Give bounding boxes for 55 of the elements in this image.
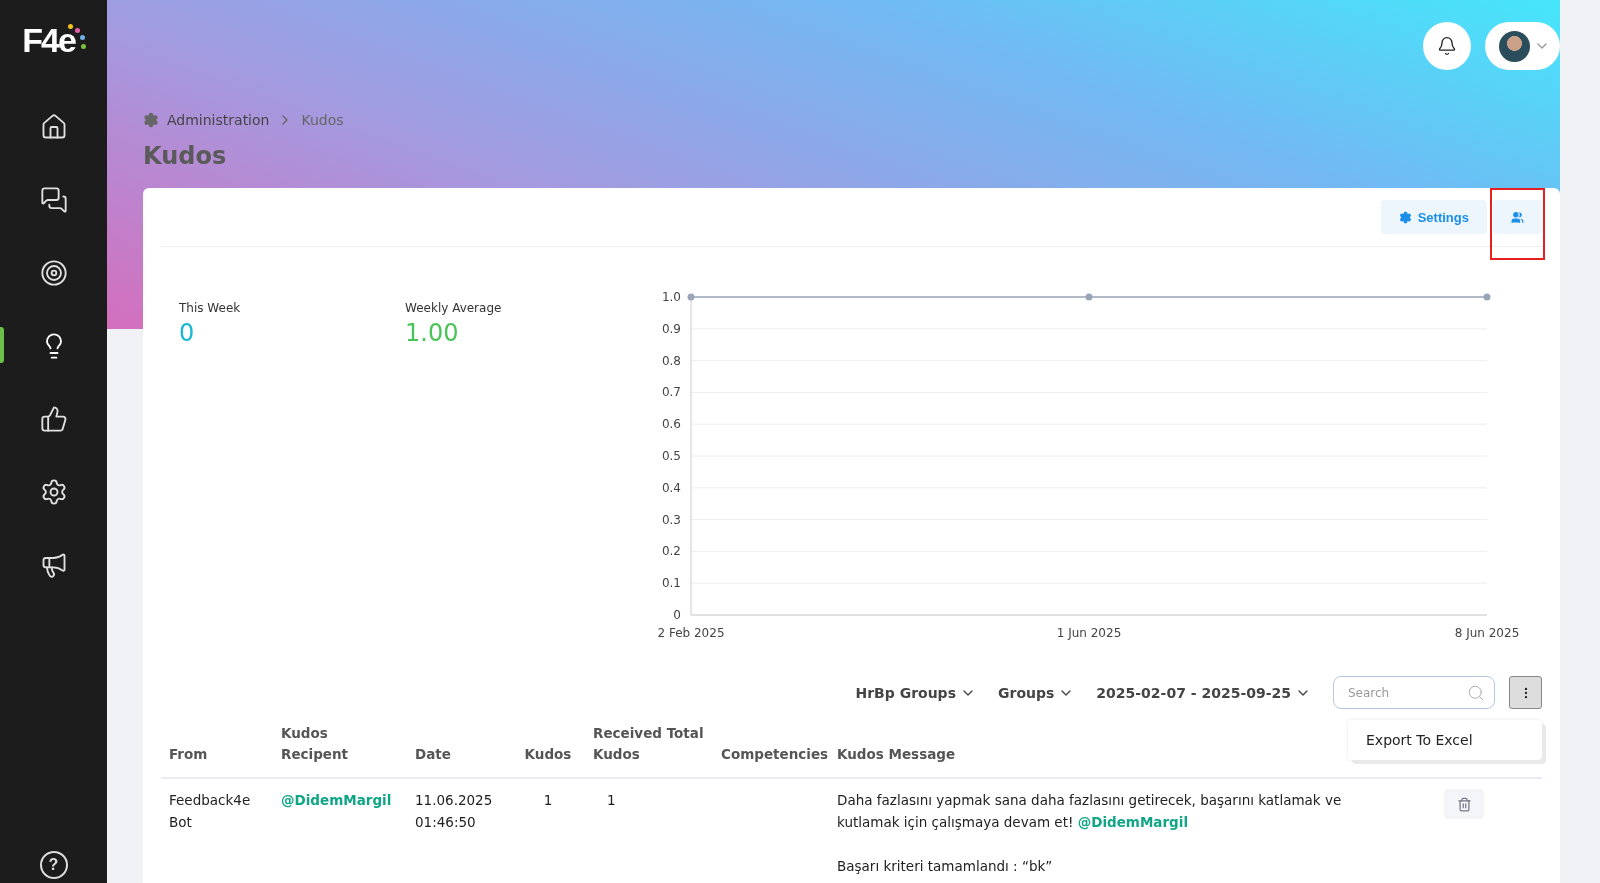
y-tick-label: 0.9 (661, 321, 681, 336)
table-cell-text: 1 (606, 791, 617, 810)
stat-value: 0 (179, 319, 196, 347)
kudos-note: Başarı kriteri tamamlandı : “bk” (837, 857, 1054, 876)
target-icon (39, 258, 68, 287)
kudos-message: Daha fazlasını yapmak sana daha fazlasını getirecek, başarını katlamak ve kutlamak için çalışmaya devam et! @DidemMargil (837, 791, 1343, 832)
help-button[interactable]: ? (39, 851, 68, 879)
x-tick-label: 2 Feb 2025 (657, 626, 725, 640)
column-header: From (161, 713, 273, 779)
data-point (687, 293, 695, 301)
search-icon (1467, 684, 1485, 702)
thumb-icon (39, 404, 68, 433)
gear-icon (1398, 210, 1412, 224)
more-button[interactable] (1509, 676, 1542, 709)
y-tick-label: 0 (673, 608, 681, 622)
column-header: Kudos Recipent (273, 713, 407, 779)
table-cell-text: 1 (542, 791, 554, 810)
gear-icon (143, 112, 159, 128)
column-header: Kudos (511, 713, 585, 779)
data-point (1483, 293, 1491, 301)
column-header: Competencies (713, 713, 829, 779)
bell-icon (1437, 36, 1457, 56)
y-tick-label: 0.3 (661, 512, 681, 527)
menu-item[interactable]: Export To Excel (1348, 724, 1542, 756)
y-tick-label: 0.2 (661, 544, 681, 559)
table-cell-text: 11.06.2025 01:46:50 (414, 791, 494, 832)
filter-dropdown[interactable]: Groups (998, 684, 1075, 701)
stat-label: This Week (179, 301, 242, 315)
table-cell-text: Feedback4e Bot (168, 791, 252, 832)
search-field[interactable]: Search (1333, 676, 1495, 709)
column-header: Received Total Kudos (585, 713, 713, 779)
y-tick-label: 0.1 (661, 576, 681, 591)
stat-label: Weekly Average (405, 301, 503, 315)
data-point (1085, 293, 1093, 301)
y-tick-label: 1.0 (661, 290, 681, 304)
trash-icon (1456, 796, 1472, 812)
logo[interactable]: F4e (20, 20, 87, 60)
filter-dropdown[interactable]: HrBp Groups (855, 684, 976, 701)
page-title: Kudos (143, 142, 228, 170)
users-icon (1511, 210, 1524, 224)
avatar (1499, 30, 1530, 62)
column-header: Date (407, 713, 511, 779)
breadcrumb-link[interactable]: Administration (167, 112, 270, 128)
x-tick-label: 8 Jun 2025 (1454, 626, 1520, 640)
y-tick-label: 0.4 (661, 480, 681, 495)
y-tick-label: 0.5 (661, 449, 681, 463)
y-tick-label: 0.8 (661, 353, 681, 368)
y-tick-label: 0.6 (661, 417, 681, 432)
chat-icon (39, 185, 68, 214)
filter-dropdown[interactable]: 2025-02-07 - 2025-09-25 (1096, 684, 1311, 701)
x-tick-label: 1 Jun 2025 (1056, 626, 1122, 640)
y-tick-label: 0.7 (661, 385, 681, 400)
delete-button[interactable] (1444, 789, 1484, 819)
stat-value: 1.00 (405, 319, 460, 347)
groups-button[interactable] (1493, 200, 1542, 234)
